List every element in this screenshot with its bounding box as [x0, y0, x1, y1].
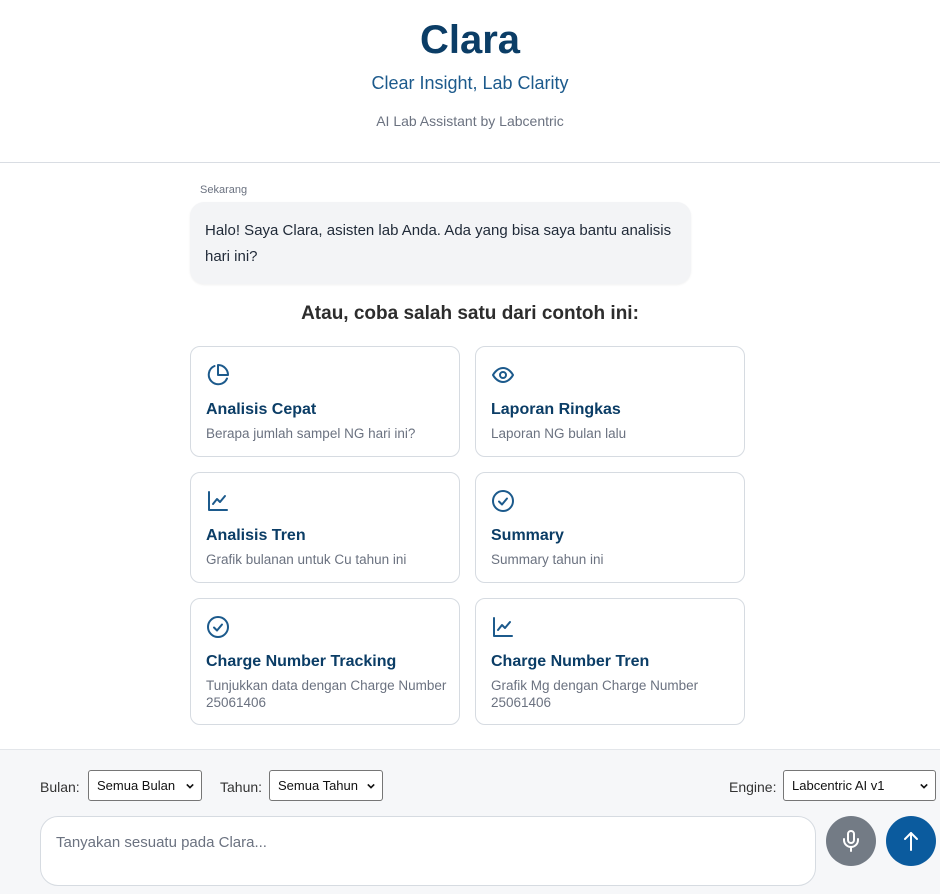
month-select-value: Semua Bulan	[97, 778, 176, 793]
year-filter-label: Tahun:	[220, 779, 263, 795]
card-title: Analisis Cepat	[206, 401, 317, 418]
card-title: Analisis Tren	[206, 527, 306, 544]
chevron-down-icon	[186, 783, 194, 789]
app-subtitle: AI Lab Assistant by Labcentric	[376, 113, 564, 129]
chevron-down-icon	[367, 783, 375, 789]
composer-footer: Bulan: Semua Bulan Tahun: Semua Tahun En…	[0, 749, 940, 894]
chevron-down-icon	[920, 783, 928, 789]
arrow-up-icon	[904, 832, 918, 851]
year-select[interactable]: Semua Tahun	[269, 770, 383, 801]
message-timestamp: Sekarang	[200, 184, 248, 196]
suggestion-card-summary[interactable]: Summary Summary tahun ini	[475, 472, 745, 583]
microphone-icon	[843, 830, 859, 852]
engine-label: Engine:	[729, 779, 777, 795]
month-select[interactable]: Semua Bulan	[88, 770, 202, 801]
card-description: Laporan NG bulan lalu	[491, 426, 627, 441]
card-description: Tunjukkan data dengan Charge Number 2506…	[206, 678, 447, 710]
chat-input[interactable]: Tanyakan sesuatu pada Clara...	[40, 816, 816, 886]
engine-select-value: Labcentric AI v1	[792, 778, 885, 793]
engine-select[interactable]: Labcentric AI v1	[783, 770, 936, 801]
suggestion-card-charge-number-tracking[interactable]: Charge Number Tracking Tunjukkan data de…	[190, 598, 460, 725]
card-title: Summary	[491, 527, 564, 544]
check-circle-icon	[491, 489, 515, 513]
microphone-button[interactable]	[826, 816, 876, 866]
card-description: Berapa jumlah sampel NG hari ini?	[206, 426, 416, 441]
send-button[interactable]	[886, 816, 936, 866]
year-select-value: Semua Tahun	[278, 778, 358, 793]
eye-icon	[491, 363, 515, 387]
line-chart-icon	[491, 615, 515, 639]
line-chart-icon	[206, 489, 230, 513]
card-title: Charge Number Tracking	[206, 653, 397, 670]
app-title: Clara	[419, 18, 521, 62]
check-circle-icon	[206, 615, 230, 639]
pie-chart-icon	[206, 363, 230, 387]
suggestion-card-analisis-tren[interactable]: Analisis Tren Grafik bulanan untuk Cu ta…	[190, 472, 460, 583]
card-description: Summary tahun ini	[491, 552, 604, 567]
suggestions-heading: Atau, coba salah satu dari contoh ini:	[301, 303, 639, 324]
card-title: Charge Number Tren	[491, 653, 650, 670]
app-tagline: Clear Insight, Lab Clarity	[371, 73, 569, 93]
card-description: Grafik bulanan untuk Cu tahun ini	[206, 552, 407, 567]
chat-input-placeholder: Tanyakan sesuatu pada Clara...	[56, 834, 267, 851]
suggestion-card-laporan-ringkas[interactable]: Laporan Ringkas Laporan NG bulan lalu	[475, 346, 745, 457]
month-filter-label: Bulan:	[40, 779, 80, 795]
suggestion-card-charge-number-tren[interactable]: Charge Number Tren Grafik Mg dengan Char…	[475, 598, 745, 725]
app-header: Clara Clear Insight, Lab Clarity AI Lab …	[0, 0, 940, 163]
assistant-message-bubble: Halo! Saya Clara, asisten lab Anda. Ada …	[190, 202, 691, 284]
card-title: Laporan Ringkas	[491, 401, 621, 418]
suggestion-card-analisis-cepat[interactable]: Analisis Cepat Berapa jumlah sampel NG h…	[190, 346, 460, 457]
card-description: Grafik Mg dengan Charge Number 25061406	[491, 678, 699, 710]
